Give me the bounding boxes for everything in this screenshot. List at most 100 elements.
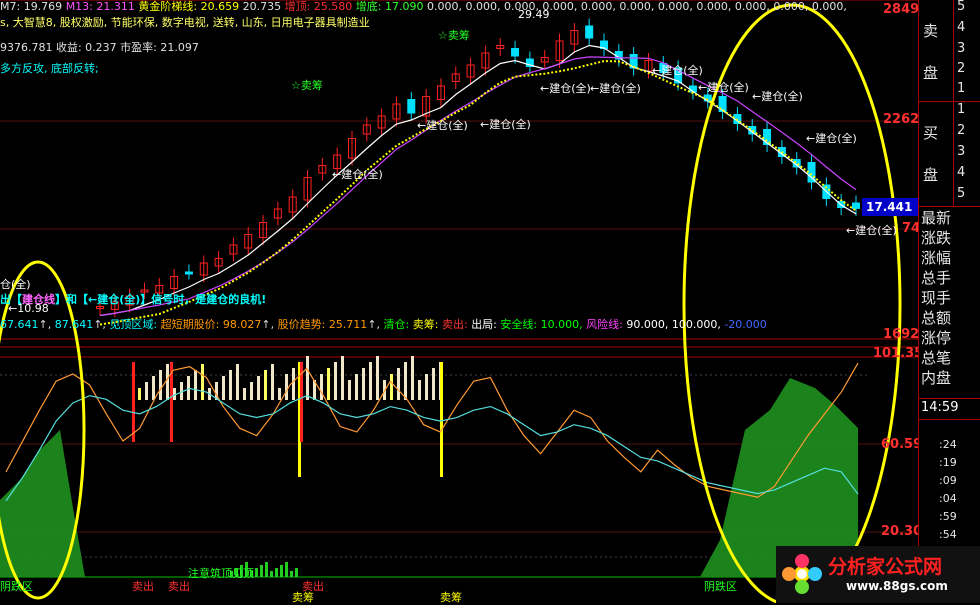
ind-s3: 清仓:: [383, 318, 410, 331]
top-zone-bar: [222, 376, 225, 400]
build-signal-label: ←建仓(全): [806, 132, 857, 145]
concepts-line: s, 大智慧8, 股权激励, 节能环保, 数字电视, 送转, 山东, 日用电子器…: [0, 16, 370, 29]
warn-bar: [275, 568, 278, 577]
field-last-vol: 现手: [921, 289, 952, 307]
indicator-axis-low: 20.30: [881, 524, 923, 539]
watermark-title: 分析家公式网: [828, 556, 943, 578]
golden-ladder-line: [99, 60, 857, 326]
top-zone-bar: [138, 388, 141, 400]
ind-s2-value: 25.711: [328, 318, 368, 331]
tick-time: :19: [939, 456, 957, 469]
finance-line: 9376.781 收益: 0.237 市盈率: 21.097: [0, 41, 199, 54]
top-zone-bar: [194, 370, 197, 400]
field-amount: 总额: [921, 309, 952, 327]
level: 3: [957, 41, 966, 56]
ind-v2: 87.641: [54, 318, 94, 331]
tick-time: :09: [939, 474, 957, 487]
build-signal-label: ←建仓(全): [846, 224, 897, 237]
build-signal-label: ←建仓(全): [652, 64, 703, 77]
field-change: 涨跌: [921, 229, 952, 247]
tip-suffix: 】和【←建仓(全)】信号时，是建仓的良机!: [55, 293, 267, 306]
top-zone-bar: [257, 376, 260, 400]
sell-out-label: 卖出: [132, 580, 154, 593]
top-zone-bar: [285, 374, 288, 400]
buy-label-1: 买: [923, 124, 939, 142]
ind-s1-label: 超短期股价:: [160, 318, 220, 331]
top-zone-bar: [145, 382, 148, 400]
level: 5: [957, 186, 966, 201]
top-zone-bar: [229, 370, 232, 400]
level: 5: [957, 0, 966, 14]
field-volume: 总手: [921, 269, 952, 287]
right-panel: 卖 盘 5 4 3 2 1 买 盘 1 2 3 4 5 最新 涨跌 涨幅 总手 …: [918, 0, 980, 603]
top-zone-bar: [327, 368, 330, 400]
sell-label-2: 盘: [923, 64, 939, 82]
level: 3: [957, 144, 966, 159]
tick-list: :24 :19 :09 :04 :59 :54: [919, 420, 980, 541]
build-signal-label: ←建仓(全): [540, 82, 591, 95]
tick-time: :59: [939, 510, 957, 523]
tick-time: :24: [939, 438, 957, 451]
top-zone-bar: [362, 368, 365, 400]
build-signal-label: ←建仓(全): [417, 119, 468, 132]
top-zone-bar: [411, 356, 414, 400]
signal-bar: [440, 362, 443, 477]
tick-time: :54: [939, 528, 957, 541]
field-latest: 最新: [921, 209, 952, 227]
buy-label-2: 盘: [923, 166, 939, 184]
top-zone-bar: [425, 374, 428, 400]
active-zone-label: 阴跌区: [0, 580, 33, 593]
top-zone-bar: [390, 374, 393, 400]
buy-book: 买 盘 1 2 3 4 5: [919, 102, 980, 207]
indicator-panel: [0, 356, 859, 577]
field-change-pct: 涨幅: [921, 249, 952, 267]
indicator-header: 67.641↑, 87.641↑, 见顶区域: 超短期股价: 98.027↑, …: [0, 318, 767, 331]
warn-bar: [260, 565, 263, 577]
quote-fields: 最新 涨跌 涨幅 总手 现手 总额 涨停 总笔 内盘: [919, 207, 980, 397]
warn-bar: [265, 562, 268, 577]
ma-value: M13: 21.311: [65, 0, 135, 13]
ind-s6: 出局:: [471, 318, 497, 331]
level: 2: [957, 61, 966, 76]
build-signal-label: ←建仓(全): [480, 118, 531, 131]
top-zone-bar: [306, 356, 309, 400]
ind-s2-label: 股价趋势:: [277, 318, 326, 331]
ind-s10: -20.000: [724, 318, 767, 331]
flower-logo-icon: [782, 554, 822, 594]
ma-purple-line: [99, 56, 857, 317]
ind-s7-label: 安全线:: [500, 318, 538, 331]
top-zone-bar: [152, 376, 155, 400]
top-warning-label: 注意筑顶见顶: [188, 567, 254, 580]
left-build-label: 仓(全): [0, 278, 31, 291]
price-axis-mid: 2262: [883, 112, 920, 127]
sell-signal-label: ☆卖筹: [438, 29, 470, 42]
ind-name: 见顶区域:: [109, 318, 158, 331]
ma-value: 增顶: 25.580: [284, 0, 353, 13]
warn-bar: [280, 565, 283, 577]
build-signal-label: ←建仓(全): [752, 90, 803, 103]
left-low-label: ←10.98: [8, 302, 49, 315]
ind-s8-value: 90.000,: [626, 318, 669, 331]
candle-body: [184, 271, 193, 275]
time-label: 14:59: [921, 400, 959, 415]
top-zone-bar: [404, 362, 407, 400]
sell-label-1: 卖: [923, 22, 939, 40]
top-zone-bar: [369, 362, 372, 400]
candle-body: [511, 48, 520, 57]
price-axis-top: 2849: [883, 2, 920, 17]
indicator-axis-mid: 60.59: [881, 437, 923, 452]
top-zone-bar: [376, 356, 379, 400]
sell-signal-label: ☆卖筹: [291, 79, 323, 92]
top-zone-bar: [292, 368, 295, 400]
warn-bar: [290, 571, 293, 577]
candle-body: [585, 25, 594, 39]
level: 4: [957, 165, 966, 180]
price-axis-low: 1692: [883, 327, 920, 342]
ma-value: 增底: 17.090: [355, 0, 424, 13]
top-zone-bar: [166, 364, 169, 400]
comment-line: 多方反攻, 底部反转;: [0, 62, 99, 75]
ind-v1: 67.641: [0, 318, 39, 331]
candle-body: [407, 99, 416, 114]
top-zone-bar: [341, 356, 344, 400]
field-trades: 总笔: [921, 349, 952, 367]
